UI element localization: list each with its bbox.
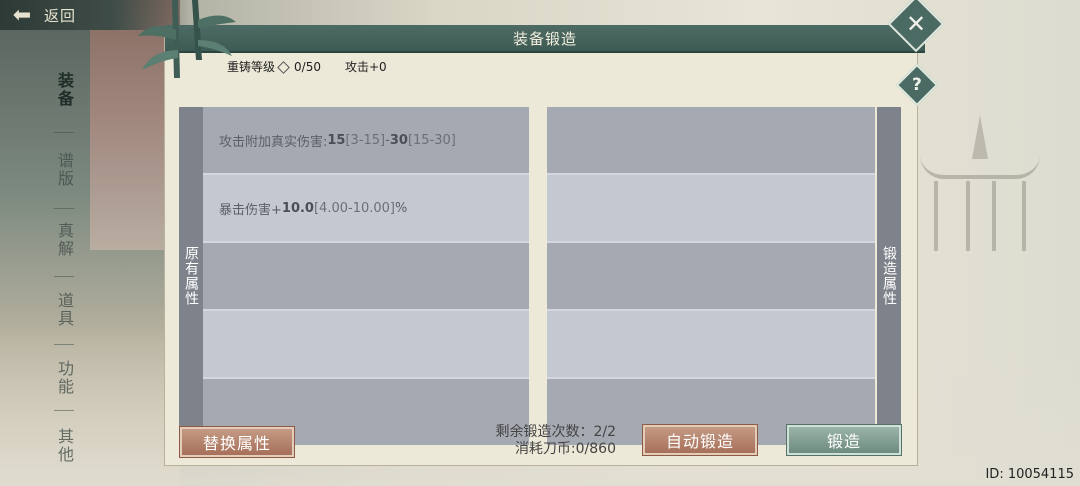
back-arrow-icon: ⬅ <box>12 2 32 28</box>
diamond-icon <box>277 60 290 74</box>
user-id: ID: 10054115 <box>985 467 1074 482</box>
side-tab-bar: 装备 谱版 真解 道具 功能 其他 <box>46 40 82 486</box>
side-tab-items[interactable]: 道具 <box>46 280 82 340</box>
forged-attr-row <box>547 243 875 309</box>
original-attr-label: 原有属性 <box>183 246 199 306</box>
auto-forge-button[interactable]: 自动锻造 <box>643 425 757 455</box>
side-tab-functions[interactable]: 功能 <box>46 348 82 408</box>
help-icon: ? <box>912 75 922 95</box>
forged-attr-list <box>547 107 875 445</box>
forge-cost: 消耗刀币:0/860 <box>514 441 616 457</box>
side-tab-true-skill[interactable]: 真解 <box>46 210 82 270</box>
forged-attr-row <box>547 311 875 377</box>
forged-attr-tab: 锻造属性 <box>877 107 901 445</box>
back-label: 返回 <box>44 6 77 25</box>
background-pavilion <box>920 115 1040 275</box>
side-tab-equipment[interactable]: 装备 <box>46 60 82 120</box>
original-attr-tab: 原有属性 <box>179 107 203 445</box>
original-attr-row[interactable]: 攻击附加真实伤害: 15 [3-15] -30 [15-30] <box>203 107 529 173</box>
side-tab-other[interactable]: 其他 <box>46 416 82 476</box>
forged-attr-row <box>547 175 875 241</box>
remaining-forge-count: 剩余锻造次数：2/2 <box>495 424 616 440</box>
original-attr-list: 攻击附加真实伤害: 15 [3-15] -30 [15-30] 暴击伤害+ 10.0 [4.… <box>203 107 529 445</box>
forged-attr-label: 锻造属性 <box>881 246 897 306</box>
original-attr-row <box>203 243 529 309</box>
forge-button[interactable]: 锻造 <box>787 425 901 455</box>
bamboo-ornament <box>138 0 236 78</box>
original-attr-row[interactable]: 暴击伤害+ 10.0 [4.00-10.00]% <box>203 175 529 241</box>
reforge-info: 重铸等级 0/50 攻击+0 <box>227 59 387 74</box>
attack-bonus: 攻击+0 <box>344 59 387 74</box>
forge-info: 剩余锻造次数：2/2 消耗刀币:0/860 <box>466 424 616 458</box>
panel-header: 装备锻造 <box>165 25 925 53</box>
reforge-level-value: 0/50 <box>294 59 321 74</box>
replace-attr-button[interactable]: 替换属性 <box>180 427 294 457</box>
original-attr-row <box>203 311 529 377</box>
forge-panel: 装备锻造 重铸等级 0/50 攻击+0 原有属性 攻击附加真实伤害: 15 [3-15… <box>164 25 925 466</box>
forged-attr-row <box>547 107 875 173</box>
side-tab-manual[interactable]: 谱版 <box>46 140 82 200</box>
panel-title: 装备锻造 <box>512 29 577 48</box>
close-icon: ✕ <box>905 9 927 38</box>
